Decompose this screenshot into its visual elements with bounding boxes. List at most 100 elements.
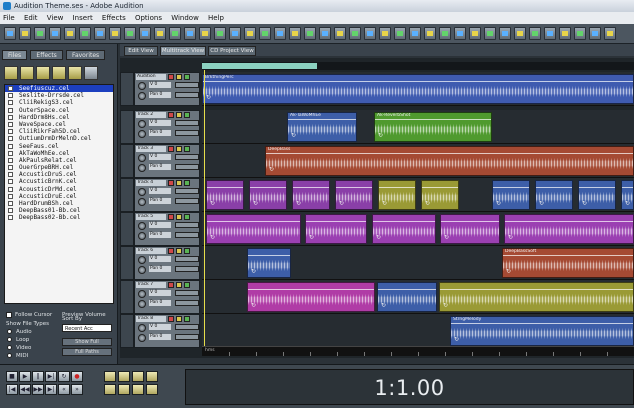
type-midi-checkbox[interactable] xyxy=(7,353,12,358)
volume-knob[interactable] xyxy=(138,82,146,90)
file-list-item[interactable]: AccusticDruE.cel xyxy=(5,193,113,200)
track-color-strip[interactable] xyxy=(120,110,134,144)
tab-cd-project-view[interactable]: CD Project View xyxy=(208,46,256,56)
volume-field[interactable]: V 0 xyxy=(149,154,171,160)
audio-clip[interactable]: ↻ xyxy=(305,214,367,244)
solo-button[interactable] xyxy=(176,214,182,220)
volume-knob[interactable] xyxy=(138,188,146,196)
file-list-item[interactable]: DeepBass02-Bb.cel xyxy=(5,214,113,221)
track-color-strip[interactable] xyxy=(120,246,134,280)
mute-button[interactable] xyxy=(184,282,190,288)
track-lane[interactable]: BrkthingPerc ↻ xyxy=(202,72,634,106)
volume-knob[interactable] xyxy=(138,256,146,264)
volume-knob[interactable] xyxy=(138,324,146,332)
burn-cd-icon[interactable] xyxy=(439,27,451,40)
file-list-item[interactable]: AccusticBrnK.cel xyxy=(5,178,113,185)
overview-scrollbar[interactable] xyxy=(202,62,634,70)
file-list-item[interactable]: WaveSpace.cel xyxy=(5,121,113,128)
track-output-button[interactable] xyxy=(175,222,199,228)
track-color-strip[interactable] xyxy=(120,212,134,246)
pan-field[interactable]: Pan 0 xyxy=(149,300,171,306)
full-paths-button[interactable]: Full Paths xyxy=(62,348,112,356)
mix-down-icon[interactable] xyxy=(424,27,436,40)
help-icon[interactable] xyxy=(499,27,511,40)
play-preview-button[interactable] xyxy=(84,66,98,80)
key-icon[interactable] xyxy=(604,27,616,40)
open-file-button[interactable] xyxy=(4,66,18,80)
menu-window[interactable]: Window xyxy=(171,12,199,24)
go-to-end-button[interactable]: ▶| xyxy=(45,384,57,395)
mute-button[interactable] xyxy=(184,74,190,80)
show-full-button[interactable]: Show Full xyxy=(62,338,112,346)
audio-clip[interactable]: ↻ xyxy=(621,180,634,210)
track-output-button[interactable] xyxy=(175,82,199,88)
zoom-out-vertical-button[interactable] xyxy=(118,384,130,395)
solo-button[interactable] xyxy=(176,282,182,288)
audio-clip[interactable]: ↻ xyxy=(378,180,416,210)
record-arm-button[interactable] xyxy=(168,248,174,254)
tab-effects[interactable]: Effects xyxy=(30,50,63,60)
pan-knob[interactable] xyxy=(138,164,146,172)
audio-clip[interactable]: ↻ xyxy=(440,214,500,244)
rewind-button[interactable]: ◀◀ xyxy=(19,384,31,395)
zoom-in-vertical-button[interactable] xyxy=(104,384,116,395)
new-session-icon[interactable] xyxy=(4,27,16,40)
track-header[interactable]: Track 6 V 0 Pan 0 xyxy=(134,246,200,280)
multitrack-view-icon[interactable] xyxy=(214,27,226,40)
pause-button[interactable]: ‖ xyxy=(32,371,44,382)
track-color-strip[interactable] xyxy=(120,178,134,212)
track-lane[interactable]: ↻ ↻ ↻ ↻ ↻ xyxy=(202,212,634,246)
edit-view-icon[interactable] xyxy=(199,27,211,40)
mute-button[interactable] xyxy=(184,146,190,152)
record-arm-button[interactable] xyxy=(168,180,174,186)
solo-button[interactable] xyxy=(176,248,182,254)
volume-field[interactable]: V 0 xyxy=(149,256,171,262)
stop-button[interactable]: ■ xyxy=(6,371,18,382)
type-audio-checkbox[interactable] xyxy=(7,329,12,334)
volume-knob[interactable] xyxy=(138,120,146,128)
audio-clip[interactable]: ↻ xyxy=(292,180,330,210)
audio-clip[interactable]: ↻ xyxy=(249,180,287,210)
file-list-item[interactable]: CliiRekigS3.cel xyxy=(5,99,113,106)
file-list-item[interactable]: OuterSpace.cel xyxy=(5,107,113,114)
menu-edit[interactable]: Edit xyxy=(24,12,38,24)
close-file-button[interactable] xyxy=(36,66,50,80)
menu-insert[interactable]: Insert xyxy=(73,12,93,24)
analysis-icon[interactable] xyxy=(574,27,586,40)
volume-field[interactable]: V 0 xyxy=(149,222,171,228)
play-to-end-button[interactable]: ▶| xyxy=(45,371,57,382)
file-list-item[interactable]: AcousticDrMd.cel xyxy=(5,186,113,193)
play-button[interactable]: ▶ xyxy=(19,371,31,382)
audio-clip[interactable]: ↻ xyxy=(535,180,573,210)
track-lane[interactable]: DeepBass ↻ xyxy=(202,144,634,178)
save-as-icon[interactable] xyxy=(49,27,61,40)
pan-knob[interactable] xyxy=(138,198,146,206)
track-header[interactable]: Audition V 0 Pan 0 xyxy=(134,72,200,106)
file-list-item[interactable]: CliiRikrFah5D.cel xyxy=(5,128,113,135)
snap-icon[interactable] xyxy=(319,27,331,40)
volume-field[interactable]: V 0 xyxy=(149,82,171,88)
track-input-button[interactable] xyxy=(175,266,199,272)
spectral-icon[interactable] xyxy=(244,27,256,40)
go-to-start-button[interactable]: |◀ xyxy=(6,384,18,395)
skip-forward-button[interactable]: » xyxy=(71,384,83,395)
effects-rack-icon[interactable] xyxy=(259,27,271,40)
audio-clip[interactable]: StrngMelody ↻ xyxy=(450,316,634,346)
volume-knob[interactable] xyxy=(138,290,146,298)
file-list-item[interactable]: AccusticDruS.cel xyxy=(5,171,113,178)
track-lane[interactable]: ↻ DeepBassSoft ↻ xyxy=(202,246,634,280)
audio-clip[interactable]: Ak-ReverbShot ↻ xyxy=(374,112,492,142)
record-button[interactable]: ● xyxy=(71,371,83,382)
audio-clip[interactable]: ↻ xyxy=(439,282,634,312)
pan-knob[interactable] xyxy=(138,232,146,240)
audio-clip[interactable]: DeepBassSoft ↻ xyxy=(502,248,634,278)
file-list-item[interactable]: AkTaWoMhEe.cel xyxy=(5,150,113,157)
audio-clip[interactable]: ↻ xyxy=(578,180,616,210)
undo-icon[interactable] xyxy=(109,27,121,40)
type-loop-checkbox[interactable] xyxy=(7,337,12,342)
mute-button[interactable] xyxy=(184,112,190,118)
lock-icon[interactable] xyxy=(394,27,406,40)
file-list-item[interactable]: Seefiuscuz.cel xyxy=(5,85,113,93)
track-header[interactable]: Track 3 V 0 Pan 0 xyxy=(134,144,200,178)
track-input-button[interactable] xyxy=(175,334,199,340)
